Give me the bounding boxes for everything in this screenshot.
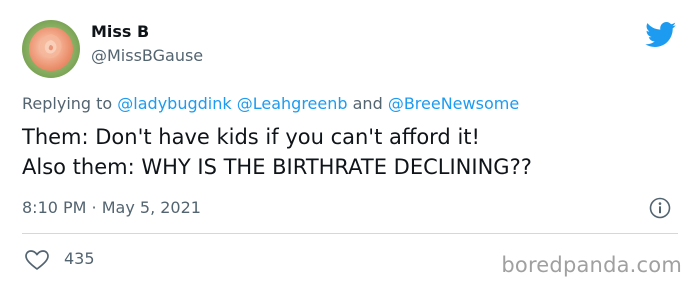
author-display-name[interactable]: Miss B xyxy=(91,22,149,42)
avatar[interactable] xyxy=(22,20,80,78)
tweet-time: 8:10 PM xyxy=(22,198,87,217)
tweet-card: Miss B @MissBGause Replying to @ladybugd… xyxy=(0,0,700,286)
heart-icon[interactable] xyxy=(24,249,50,271)
mention-link[interactable]: @BreeNewsome xyxy=(388,94,519,113)
mention-link[interactable]: @Leahgreenb xyxy=(237,94,348,113)
author-handle[interactable]: @MissBGause xyxy=(91,46,203,66)
tweet-body-line: Them: Don't have kids if you can't affor… xyxy=(22,125,480,149)
mention-separator: and xyxy=(347,94,388,113)
timestamp-separator: · xyxy=(86,198,102,217)
tweet-timestamp[interactable]: 8:10 PM · May 5, 2021 xyxy=(22,197,201,219)
source-watermark: boredpanda.com xyxy=(501,253,682,277)
divider xyxy=(22,233,678,234)
tweet-body-line: Also them: WHY IS THE BIRTHRATE DECLININ… xyxy=(22,155,532,179)
tweet-date: May 5, 2021 xyxy=(101,198,201,217)
tweet-body: Them: Don't have kids if you can't affor… xyxy=(22,122,532,182)
rose-avatar-image xyxy=(22,20,80,78)
mention-link[interactable]: @ladybugdink xyxy=(117,94,231,113)
like-count: 435 xyxy=(64,249,95,268)
replying-to-line: Replying to @ladybugdink @Leahgreenb and… xyxy=(22,93,519,115)
twitter-bird-icon[interactable] xyxy=(645,22,677,48)
replying-to-prefix: Replying to xyxy=(22,94,118,113)
info-icon[interactable] xyxy=(649,197,671,219)
